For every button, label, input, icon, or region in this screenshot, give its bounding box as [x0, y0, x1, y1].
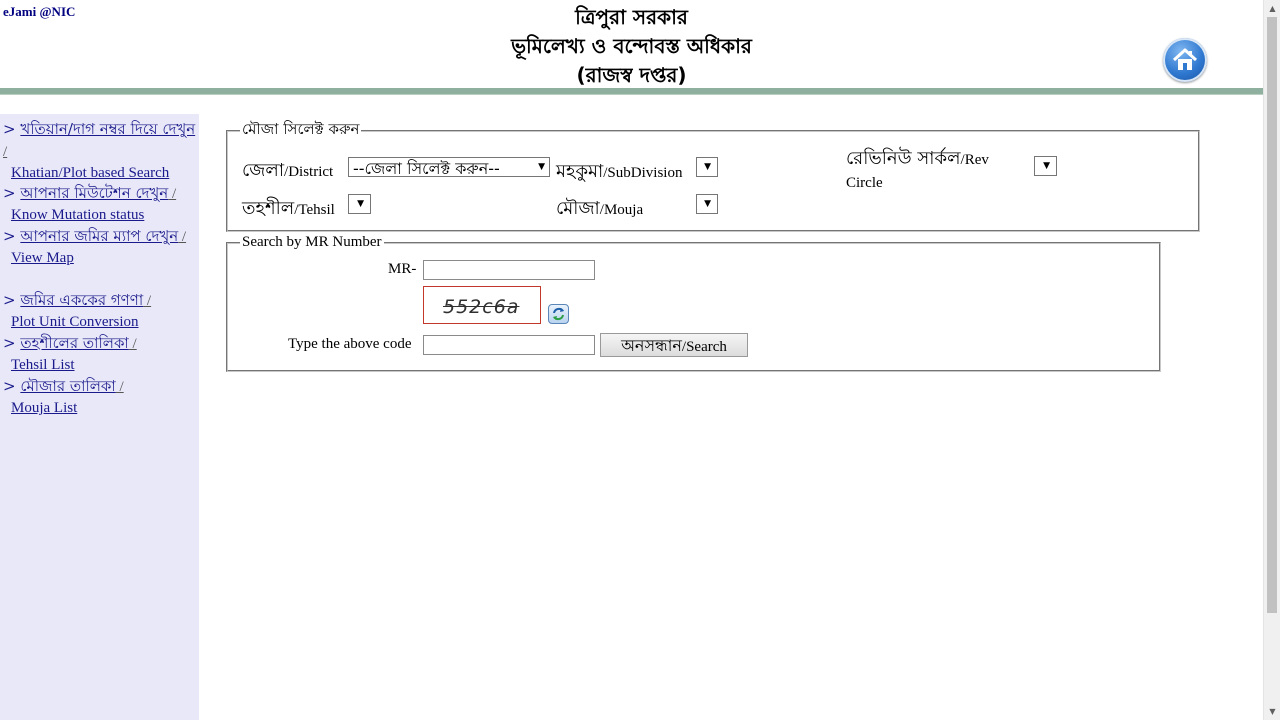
search-button[interactable]: অনসন্ধান/Search — [600, 333, 748, 357]
captcha-input[interactable] — [423, 335, 595, 355]
sidebar-item-mutation-status-en[interactable]: Know Mutation status — [3, 205, 199, 225]
sidebar-item-plot-unit-conversion[interactable]: > জমির এককের গণণা / Plot Unit Conversion — [3, 290, 199, 332]
sidebar-item-plot-unit-conversion-en[interactable]: Plot Unit Conversion — [3, 312, 199, 332]
mouza-select-legend: মৌজা সিলেক্ট করুন — [242, 120, 360, 138]
title-line-3: (রাজস্ব দপ্তর) — [576, 63, 687, 87]
rev-circle-select[interactable]: ▼ — [1034, 156, 1057, 176]
sidebar-item-khatian-search-en[interactable]: Khatian/Plot based Search — [3, 163, 199, 183]
mouja-label: মৌজা/Mouja — [556, 198, 644, 219]
sidebar-item-mouja-list-en[interactable]: Mouja List — [3, 398, 199, 418]
scroll-thumb[interactable] — [1267, 17, 1277, 613]
district-label: জেলা/District — [242, 160, 334, 181]
tehsil-label: তহশীল/Tehsil — [242, 198, 335, 219]
district-select[interactable]: --জেলা সিলেক্ট করুন-- ▼ — [348, 157, 550, 178]
sidebar-item-view-map-bn[interactable]: আপনার জমির ম্যাপ দেখুন — [20, 227, 178, 245]
sidebar-item-tehsil-list-bn[interactable]: তহশীলের তালিকা — [20, 334, 128, 352]
subdivision-label: মহকুমা/SubDivision — [556, 161, 683, 182]
sidebar-item-plot-unit-conversion-bn[interactable]: জমির এককের গণণা — [20, 291, 143, 309]
header-divider — [0, 88, 1263, 95]
home-icon — [1172, 48, 1198, 70]
mr-number-input[interactable] — [423, 260, 595, 280]
vertical-scrollbar[interactable]: ▲ ▼ — [1263, 0, 1280, 720]
chevron-down-icon: ▼ — [357, 199, 364, 209]
page-title: ত্রিপুরা সরকার ভূমিলেখ্য ও বন্দোবস্ত অধি… — [0, 3, 1263, 90]
title-line-2: ভূমিলেখ্য ও বন্দোবস্ত অধিকার — [511, 34, 752, 58]
sidebar-item-mouja-list[interactable]: > মৌজার তালিকা / Mouja List — [3, 376, 199, 418]
chevron-down-icon: ▼ — [1043, 161, 1050, 171]
captcha-image: 552c6a — [423, 286, 541, 324]
mouja-select[interactable]: ▼ — [696, 194, 718, 214]
sidebar-item-view-map-en[interactable]: View Map — [3, 248, 199, 268]
home-button[interactable] — [1163, 38, 1207, 82]
captcha-label: Type the above code — [288, 336, 412, 352]
chevron-down-icon: ▼ — [704, 199, 711, 209]
sidebar-item-tehsil-list[interactable]: > তহশীলের তালিকা / Tehsil List — [3, 333, 199, 375]
sidebar-item-mutation-status-bn[interactable]: আপনার মিউটেশন দেখুন — [20, 184, 168, 202]
chevron-down-icon: ▼ — [538, 162, 545, 172]
sidebar-item-khatian-search[interactable]: > খতিয়ান/দাগ নম্বর দিয়ে দেখুন / Khatia… — [3, 119, 199, 183]
scroll-down-icon[interactable]: ▼ — [1264, 703, 1280, 720]
sidebar-item-mouja-list-bn[interactable]: মৌজার তালিকা — [20, 377, 115, 395]
captcha-refresh-button[interactable] — [548, 304, 569, 324]
refresh-icon — [553, 307, 564, 321]
sidebar-item-tehsil-list-en[interactable]: Tehsil List — [3, 355, 199, 375]
mr-label: MR- — [388, 261, 417, 277]
sidebar-item-view-map[interactable]: > আপনার জমির ম্যাপ দেখুন / View Map — [3, 226, 199, 268]
subdivision-select[interactable]: ▼ — [696, 157, 718, 177]
chevron-down-icon: ▼ — [704, 162, 711, 172]
mr-search-legend: Search by MR Number — [242, 234, 382, 250]
rev-circle-label: রেভিনিউ সার্কল/Rev Circle — [846, 148, 989, 191]
tehsil-select[interactable]: ▼ — [348, 194, 371, 214]
sidebar-item-khatian-search-bn[interactable]: খতিয়ান/দাগ নম্বর দিয়ে দেখুন — [20, 120, 195, 138]
title-line-1: ত্রিপুরা সরকার — [575, 5, 688, 29]
sidebar-item-mutation-status[interactable]: > আপনার মিউটেশন দেখুন / Know Mutation st… — [3, 183, 199, 225]
scroll-up-icon[interactable]: ▲ — [1264, 0, 1280, 17]
captcha-text: 552c6a — [443, 296, 520, 318]
